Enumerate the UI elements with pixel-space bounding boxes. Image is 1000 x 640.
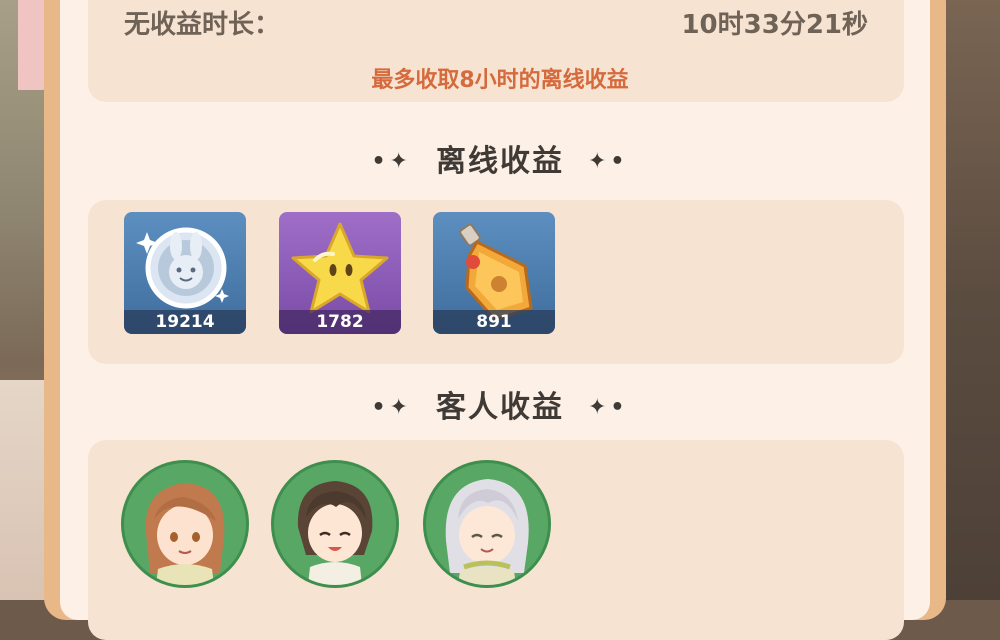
guest-income-title-text: 客人收益 bbox=[436, 390, 564, 425]
no-income-duration: 10时33分21秒 bbox=[681, 10, 868, 40]
reward-count: 1782 bbox=[279, 310, 401, 334]
sparkle-left-icon: •✦ bbox=[371, 395, 412, 420]
guest-income-title: •✦ 客人收益 ✦• bbox=[0, 382, 1000, 426]
offline-income-title-text: 离线收益 bbox=[436, 144, 564, 179]
guest-avatar-3[interactable] bbox=[423, 460, 551, 588]
offline-income-title: •✦ 离线收益 ✦• bbox=[0, 136, 1000, 180]
sparkle-left-icon: •✦ bbox=[371, 149, 412, 174]
max-collect-note: 最多收取8小时的离线收益 bbox=[371, 68, 629, 93]
reward-item-potion[interactable]: 891 bbox=[433, 212, 555, 334]
guest-avatar-2[interactable] bbox=[271, 460, 399, 588]
reward-count: 19214 bbox=[124, 310, 246, 334]
guest-avatar-1[interactable] bbox=[121, 460, 249, 588]
reward-item-star[interactable]: 1782 bbox=[279, 212, 401, 334]
reward-item-silver-coin[interactable]: 19214 bbox=[124, 212, 246, 334]
sparkle-right-icon: ✦• bbox=[588, 149, 629, 174]
reward-count: 891 bbox=[433, 310, 555, 334]
guest-dark-hair-avatar bbox=[297, 481, 373, 585]
no-income-label: 无收益时长： bbox=[124, 10, 281, 40]
guest-silver-hair-avatar bbox=[445, 479, 529, 585]
guest-brown-hair-avatar bbox=[145, 483, 225, 585]
sparkle-right-icon: ✦• bbox=[588, 395, 629, 420]
